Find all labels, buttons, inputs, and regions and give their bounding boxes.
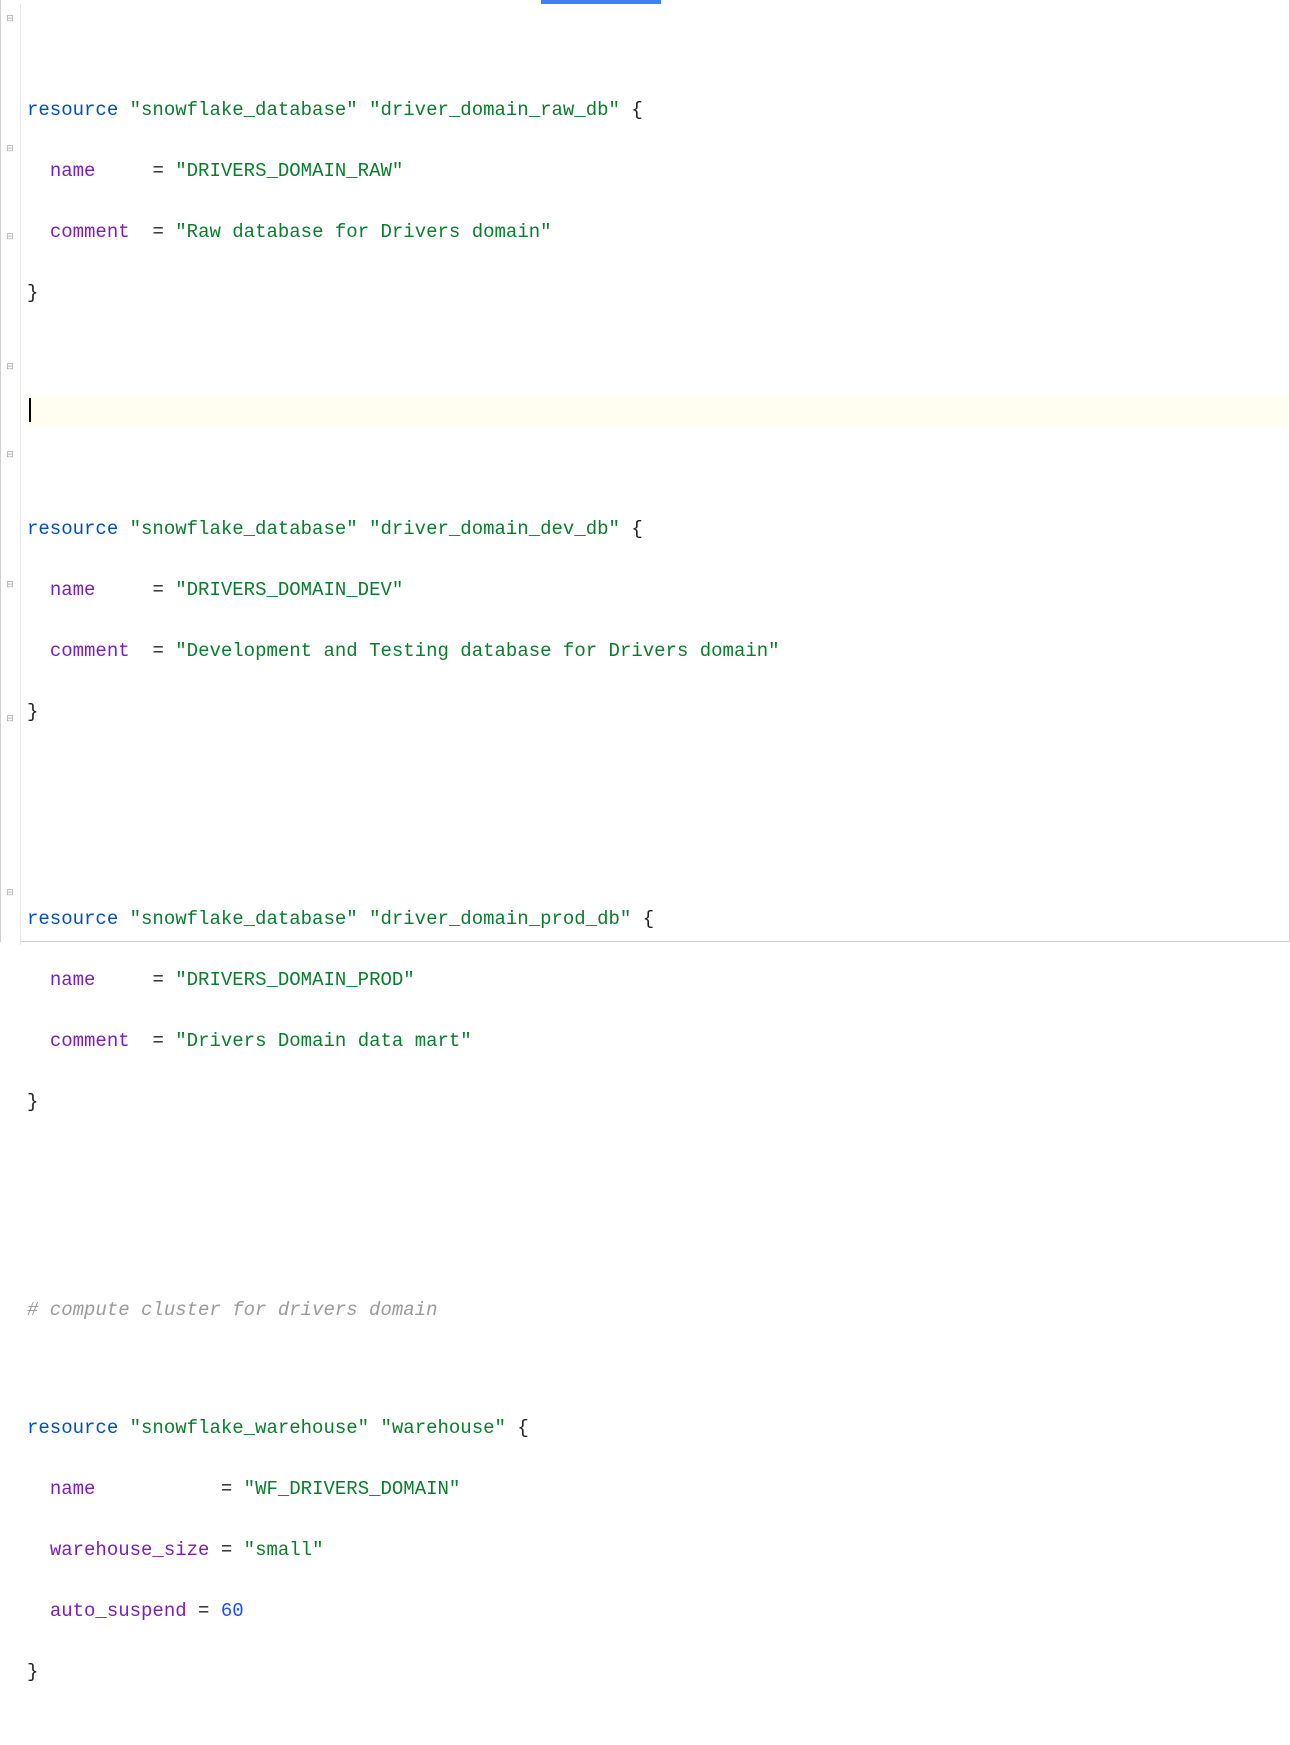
keyword: resource: [27, 99, 118, 121]
resource-name: "driver_domain_dev_db": [369, 518, 620, 540]
attr-key: name: [50, 579, 96, 601]
code-line[interactable]: name = "DRIVERS_DOMAIN_DEV": [27, 574, 1289, 607]
brace-close: }: [27, 701, 38, 723]
resource-name: "driver_domain_prod_db": [369, 908, 631, 930]
code-line[interactable]: warehouse_size = "small": [27, 1534, 1289, 1567]
fold-icon[interactable]: ⊟: [5, 362, 15, 372]
code-line[interactable]: auto_suspend = 60: [27, 1595, 1289, 1628]
resource-type: "snowflake_database": [130, 908, 358, 930]
code-line[interactable]: resource "snowflake_database" "driver_do…: [27, 94, 1289, 127]
attr-value: "DRIVERS_DOMAIN_PROD": [175, 969, 414, 991]
brace-close: }: [27, 1661, 38, 1683]
eq: =: [152, 579, 163, 601]
resource-name: "driver_domain_raw_db": [369, 99, 620, 121]
attr-value: "DRIVERS_DOMAIN_RAW": [175, 160, 403, 182]
attr-key: warehouse_size: [50, 1539, 210, 1561]
brace-open: {: [631, 99, 642, 121]
attr-key: name: [50, 160, 96, 182]
code-fold-gutter: ⊟ ⊟ ⊟ ⊟ ⊟ ⊟ ⊟ ⊟: [1, 4, 21, 945]
attr-key: comment: [50, 221, 130, 243]
eq: =: [152, 160, 163, 182]
eq: =: [221, 1539, 232, 1561]
attr-value: "WF_DRIVERS_DOMAIN": [244, 1478, 461, 1500]
resource-name: "warehouse": [380, 1417, 505, 1439]
code-line[interactable]: name = "DRIVERS_DOMAIN_PROD": [27, 964, 1289, 997]
keyword: resource: [27, 908, 118, 930]
code-line[interactable]: # compute cluster for drivers domain: [27, 1294, 1289, 1327]
pad: [95, 579, 141, 601]
keyword: resource: [27, 1417, 118, 1439]
brace-open: {: [631, 518, 642, 540]
eq: =: [152, 221, 163, 243]
code-editor[interactable]: resource "snowflake_database" "driver_do…: [21, 8, 1289, 1745]
resource-type: "snowflake_database": [130, 518, 358, 540]
fold-icon[interactable]: ⊟: [5, 144, 15, 154]
attr-key: comment: [50, 640, 130, 662]
eq: =: [198, 1600, 209, 1622]
attr-value-number: 60: [221, 1600, 244, 1622]
current-line[interactable]: [27, 395, 1289, 428]
code-line[interactable]: resource "snowflake_database" "driver_do…: [27, 513, 1289, 546]
pad: [130, 640, 141, 662]
brace-open: {: [517, 1417, 528, 1439]
fold-icon[interactable]: ⊟: [5, 232, 15, 242]
fold-icon[interactable]: ⊟: [5, 450, 15, 460]
brace-open: {: [643, 908, 654, 930]
fold-icon[interactable]: ⊟: [5, 580, 15, 590]
code-line[interactable]: comment = "Development and Testing datab…: [27, 635, 1289, 668]
attr-key: auto_suspend: [50, 1600, 187, 1622]
comment: # compute cluster for drivers domain: [27, 1299, 437, 1321]
pad: [130, 221, 141, 243]
resource-type: "snowflake_database": [130, 99, 358, 121]
code-line[interactable]: resource "snowflake_warehouse" "warehous…: [27, 1412, 1289, 1445]
fold-icon[interactable]: ⊟: [5, 888, 15, 898]
code-line[interactable]: }: [27, 696, 1289, 729]
code-line[interactable]: comment = "Drivers Domain data mart": [27, 1025, 1289, 1058]
attr-value: "small": [244, 1539, 324, 1561]
brace-close: }: [27, 1091, 38, 1113]
pad: [95, 969, 141, 991]
blank-line[interactable]: [27, 1176, 1289, 1209]
attr-value: "Development and Testing database for Dr…: [175, 640, 779, 662]
fold-icon[interactable]: ⊟: [5, 14, 15, 24]
eq: =: [221, 1478, 232, 1500]
attr-value: "Drivers Domain data mart": [175, 1030, 471, 1052]
code-line[interactable]: }: [27, 1656, 1289, 1689]
text-cursor: [29, 398, 31, 422]
brace-close: }: [27, 282, 38, 304]
attr-value: "DRIVERS_DOMAIN_DEV": [175, 579, 403, 601]
resource-type: "snowflake_warehouse": [130, 1417, 369, 1439]
pad: [95, 160, 141, 182]
attr-key: comment: [50, 1030, 130, 1052]
code-line[interactable]: }: [27, 277, 1289, 310]
code-line[interactable]: name = "WF_DRIVERS_DOMAIN": [27, 1473, 1289, 1506]
attr-key: name: [50, 1478, 96, 1500]
blank-line[interactable]: [27, 785, 1289, 818]
pad: [130, 1030, 141, 1052]
attr-key: name: [50, 969, 96, 991]
pad: [95, 1478, 209, 1500]
eq: =: [152, 969, 163, 991]
keyword: resource: [27, 518, 118, 540]
eq: =: [152, 1030, 163, 1052]
fold-icon[interactable]: ⊟: [5, 714, 15, 724]
code-line[interactable]: }: [27, 1086, 1289, 1119]
code-line[interactable]: name = "DRIVERS_DOMAIN_RAW": [27, 155, 1289, 188]
eq: =: [152, 640, 163, 662]
code-line[interactable]: comment = "Raw database for Drivers doma…: [27, 216, 1289, 249]
attr-value: "Raw database for Drivers domain": [175, 221, 551, 243]
active-tab-indicator: [541, 0, 661, 4]
code-line[interactable]: resource "snowflake_database" "driver_do…: [27, 903, 1289, 936]
